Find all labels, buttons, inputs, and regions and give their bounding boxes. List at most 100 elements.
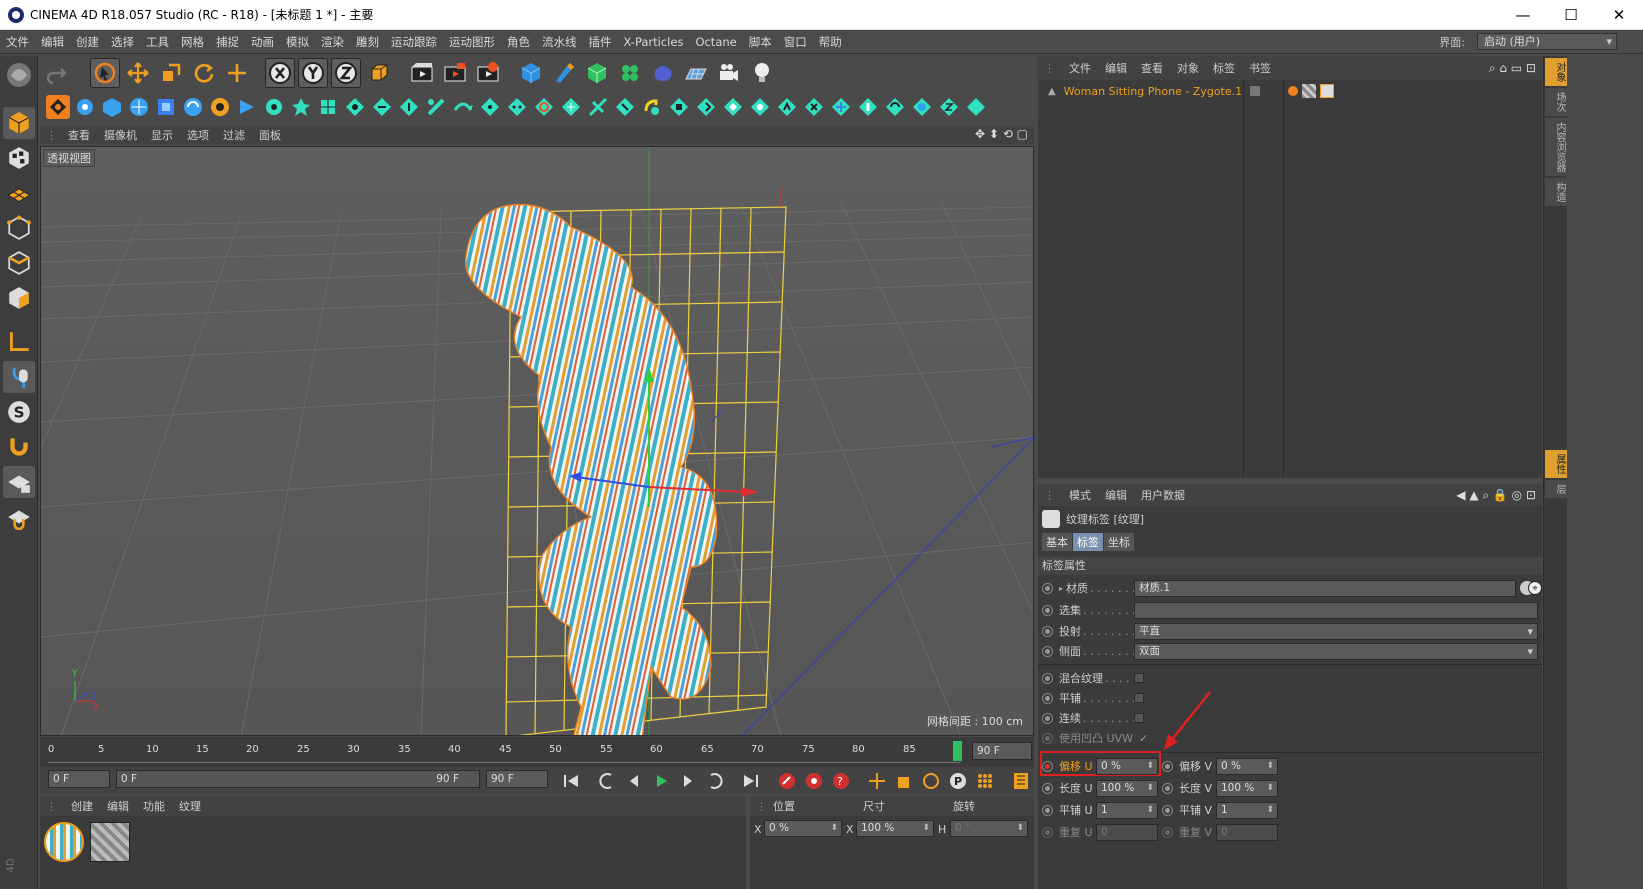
length-v-field[interactable]: 100 % bbox=[1216, 779, 1278, 797]
prev-frame-icon[interactable] bbox=[623, 771, 645, 791]
xp-modifier-d-icon[interactable] bbox=[343, 95, 367, 119]
xp-cache-icon[interactable] bbox=[181, 95, 205, 119]
offset-u-anim-radio[interactable] bbox=[1042, 760, 1053, 772]
attr-tab-coord[interactable]: 坐标 bbox=[1104, 533, 1134, 551]
length-v-anim-radio[interactable] bbox=[1162, 782, 1173, 794]
attr-tab-tag[interactable]: 标签 bbox=[1073, 533, 1103, 551]
material-menu-create[interactable]: 创建 bbox=[71, 798, 93, 814]
object-visibility-icon[interactable] bbox=[1250, 86, 1260, 96]
viewport-menu-view[interactable]: 查看 bbox=[68, 127, 90, 143]
material-pick-icon[interactable]: ⌖ bbox=[1528, 581, 1542, 595]
selection-field[interactable] bbox=[1134, 601, 1538, 619]
snap-icon[interactable]: S bbox=[3, 396, 35, 428]
length-u-field[interactable]: 100 % bbox=[1096, 779, 1158, 797]
octane-live-viewer-icon[interactable] bbox=[46, 95, 70, 119]
xp-modifier-e-icon[interactable] bbox=[370, 95, 394, 119]
z-axis-lock-icon[interactable] bbox=[331, 58, 361, 88]
lock-workplane-icon[interactable] bbox=[3, 466, 35, 498]
viewport-menu-options[interactable]: 选项 bbox=[187, 127, 209, 143]
menu-select[interactable]: 选择 bbox=[105, 34, 140, 50]
am-nav-icons[interactable]: ◀ ▲ ⌕ 🔒 ◎ ⊡ bbox=[1456, 488, 1536, 503]
attr-tab-basic[interactable]: 基本 bbox=[1042, 533, 1072, 551]
seamless-anim-radio[interactable] bbox=[1042, 712, 1053, 724]
coord-x-position-field[interactable]: 0 % bbox=[764, 820, 842, 837]
am-menu-edit[interactable]: 编辑 bbox=[1105, 487, 1127, 503]
minimize-button[interactable]: — bbox=[1499, 0, 1547, 30]
xp-emitter-icon[interactable] bbox=[73, 95, 97, 119]
menu-window[interactable]: 窗口 bbox=[778, 34, 813, 50]
floor-icon[interactable] bbox=[681, 58, 711, 88]
next-key-icon[interactable] bbox=[704, 771, 726, 791]
render-picture-viewer-icon[interactable] bbox=[440, 58, 470, 88]
dock-tab-layers[interactable]: 层 bbox=[1545, 480, 1567, 498]
menu-snap[interactable]: 捕捉 bbox=[210, 34, 245, 50]
menu-mograph[interactable]: 运动图形 bbox=[443, 34, 501, 50]
dock-tab-takes[interactable]: 场次 bbox=[1545, 88, 1567, 116]
cloner-icon[interactable] bbox=[615, 58, 645, 88]
deformer-icon[interactable] bbox=[648, 58, 678, 88]
viewport-menu-cameras[interactable]: 摄像机 bbox=[104, 127, 137, 143]
perspective-viewport[interactable]: 透视视图 Y X Z 网格间距 : 100 cm bbox=[40, 146, 1034, 736]
menu-create[interactable]: 创建 bbox=[70, 34, 105, 50]
xp-modifier-k-icon[interactable] bbox=[532, 95, 556, 119]
end-frame-field[interactable]: 90 F bbox=[972, 742, 1032, 760]
am-menu-userdata[interactable]: 用户数据 bbox=[1141, 487, 1185, 503]
menu-sculpt[interactable]: 雕刻 bbox=[350, 34, 385, 50]
mix-anim-radio[interactable] bbox=[1042, 672, 1053, 684]
next-frame-icon[interactable] bbox=[677, 771, 699, 791]
xp-modifier-s-icon[interactable] bbox=[748, 95, 772, 119]
xp-question-icon[interactable] bbox=[208, 95, 232, 119]
xp-modifier-m-icon[interactable] bbox=[586, 95, 610, 119]
om-menu-edit[interactable]: 编辑 bbox=[1105, 60, 1127, 76]
offset-v-anim-radio[interactable] bbox=[1162, 760, 1173, 772]
camera-icon[interactable] bbox=[714, 58, 744, 88]
selection-anim-radio[interactable] bbox=[1042, 604, 1053, 616]
current-frame-field[interactable]: 0 F bbox=[48, 770, 110, 788]
texture-mode-icon[interactable] bbox=[3, 142, 35, 174]
xp-modifier-b-icon[interactable] bbox=[289, 95, 313, 119]
object-tag-material-icon[interactable] bbox=[1302, 84, 1316, 98]
rotate-icon[interactable] bbox=[189, 58, 219, 88]
xp-modifier-a-icon[interactable] bbox=[262, 95, 286, 119]
xp-modifier-n-icon[interactable] bbox=[613, 95, 637, 119]
tile-checkbox[interactable] bbox=[1134, 693, 1144, 703]
viewport-menu-panel[interactable]: 面板 bbox=[259, 127, 281, 143]
tile-anim-radio[interactable] bbox=[1042, 692, 1053, 704]
projection-select[interactable]: 平直 bbox=[1134, 622, 1538, 640]
menu-edit[interactable]: 编辑 bbox=[35, 34, 70, 50]
light-icon[interactable] bbox=[747, 58, 777, 88]
xp-modifier-l-icon[interactable] bbox=[559, 95, 583, 119]
am-menu-mode[interactable]: 模式 bbox=[1069, 487, 1091, 503]
material-menu-texture[interactable]: 纹理 bbox=[179, 798, 201, 814]
xp-modifier-u-icon[interactable] bbox=[802, 95, 826, 119]
xp-action-icon[interactable] bbox=[235, 95, 259, 119]
om-menu-view[interactable]: 查看 bbox=[1141, 60, 1163, 76]
key-position-icon[interactable] bbox=[866, 771, 888, 791]
tiles-v-anim-radio[interactable] bbox=[1162, 804, 1173, 816]
dock-tab-content-browser[interactable]: 内容浏览器 bbox=[1545, 118, 1567, 176]
workplane-mode-icon[interactable] bbox=[3, 177, 35, 209]
xp-modifier-q-icon[interactable] bbox=[694, 95, 718, 119]
max-frame-field[interactable]: 90 F bbox=[486, 770, 548, 788]
close-button[interactable]: ✕ bbox=[1595, 0, 1643, 30]
object-name[interactable]: Woman Sitting Phone - Zygote.1 bbox=[1064, 85, 1242, 98]
side-anim-radio[interactable] bbox=[1042, 645, 1053, 657]
xp-modifier-w-icon[interactable] bbox=[856, 95, 880, 119]
menu-xparticles[interactable]: X-Particles bbox=[618, 35, 690, 49]
viewport-menu-display[interactable]: 显示 bbox=[151, 127, 173, 143]
xp-modifier-z-icon[interactable] bbox=[937, 95, 961, 119]
tweak-mode-icon[interactable] bbox=[3, 361, 35, 393]
points-mode-icon[interactable] bbox=[3, 212, 35, 244]
timeline-window-icon[interactable] bbox=[1010, 771, 1032, 791]
material-anim-radio[interactable] bbox=[1042, 582, 1053, 594]
xp-modifier-last-icon[interactable] bbox=[964, 95, 988, 119]
magnet-icon[interactable] bbox=[3, 431, 35, 463]
menu-motion-tracking[interactable]: 运动跟踪 bbox=[385, 34, 443, 50]
prev-key-icon[interactable] bbox=[596, 771, 618, 791]
length-u-anim-radio[interactable] bbox=[1042, 782, 1053, 794]
redo-icon[interactable] bbox=[41, 58, 71, 88]
dock-tab-attributes[interactable]: 属性 bbox=[1545, 450, 1567, 478]
material-1-swatch[interactable] bbox=[44, 822, 84, 862]
tiles-v-field[interactable]: 1 bbox=[1216, 801, 1278, 819]
offset-v-field[interactable]: 0 % bbox=[1216, 757, 1278, 775]
